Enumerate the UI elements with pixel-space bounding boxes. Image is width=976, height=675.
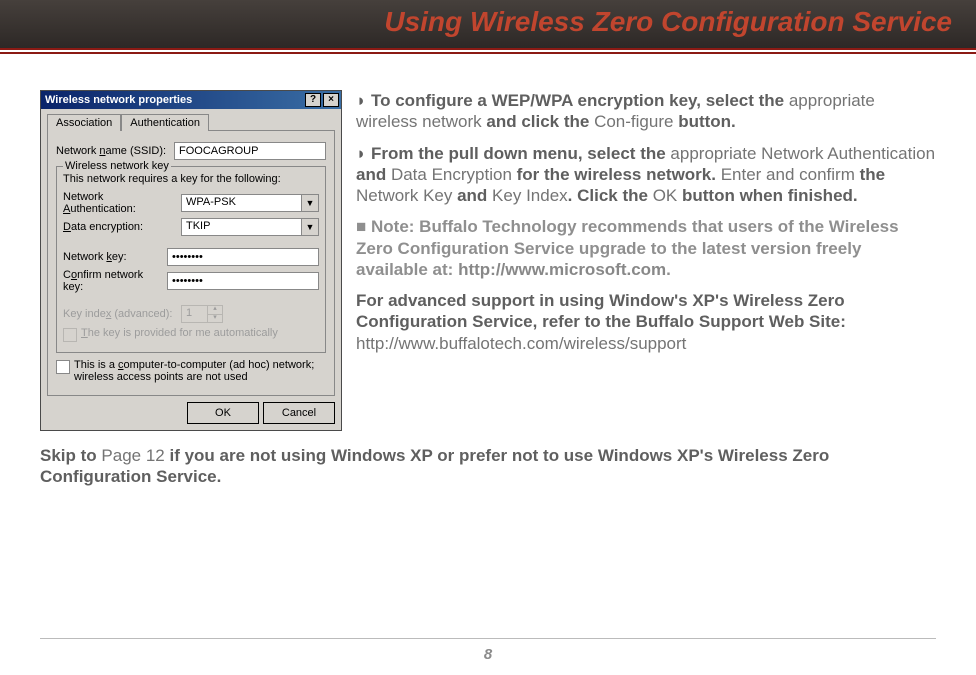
wireless-key-group: Wireless network key This network requir… (56, 166, 326, 353)
dataenc-label: Data encryption: (63, 221, 175, 233)
chevron-down-icon: ▼ (301, 219, 318, 235)
confirm-label: Confirm network key: (63, 269, 161, 293)
netauth-select[interactable]: WPA-PSK ▼ (181, 194, 319, 212)
p2h: Network Key (356, 186, 457, 205)
skip-a: Skip to (40, 446, 101, 465)
p2e: for the wireless network. (517, 165, 721, 184)
p2i: and (457, 186, 492, 205)
p3b: http://www.buffalotech.com/wireless/supp… (356, 334, 686, 353)
netauth-value: WPA-PSK (182, 195, 301, 211)
auto-key-checkbox (63, 328, 77, 342)
content-area: Wireless network properties ? × Associat… (0, 50, 976, 488)
skip-text: Skip to Page 12 if you are not using Win… (40, 445, 936, 488)
spinner-up-icon: ▴ (208, 306, 222, 314)
requires-text: This network requires a key for the foll… (63, 173, 319, 185)
header-band: Using Wireless Zero Configuration Servic… (0, 0, 976, 50)
p2l: OK (653, 186, 682, 205)
group-label: Wireless network key (63, 160, 171, 172)
adhoc-label: This is a computer-to-computer (ad hoc) … (74, 359, 326, 383)
p2k: . Click the (568, 186, 653, 205)
footer-divider (40, 638, 936, 639)
wireless-properties-dialog: Wireless network properties ? × Associat… (40, 90, 342, 431)
auto-key-label: The key is provided for me automatically (81, 327, 278, 339)
tab-authentication[interactable]: Authentication (121, 114, 209, 131)
p2d: Data Encryption (391, 165, 517, 184)
help-button[interactable]: ? (305, 93, 321, 107)
p2j: Key Index (492, 186, 568, 205)
dialog-title: Wireless network properties (45, 94, 192, 106)
tab-strip: Association Authentication (47, 113, 335, 130)
page-title: Using Wireless Zero Configuration Servic… (0, 0, 976, 38)
note-c: . (666, 260, 671, 279)
skip-b: Page 12 (101, 446, 169, 465)
dataenc-select[interactable]: TKIP ▼ (181, 218, 319, 236)
p1d: Con-figure (594, 112, 678, 131)
p1a: To configure a WEP/WPA encryption key, s… (371, 91, 789, 110)
tab-content: Network name (SSID): Wireless network ke… (47, 130, 335, 396)
netkey-input[interactable] (167, 248, 319, 266)
adhoc-checkbox[interactable] (56, 360, 70, 374)
page-number: 8 (0, 646, 976, 663)
p2a: From the pull down menu, select the (371, 144, 670, 163)
ssid-input[interactable] (174, 142, 326, 160)
close-button[interactable]: × (323, 93, 339, 107)
p2f: Enter and confirm (721, 165, 860, 184)
p1c: and click the (486, 112, 594, 131)
tab-association[interactable]: Association (47, 114, 121, 131)
page: Using Wireless Zero Configuration Servic… (0, 0, 976, 675)
cancel-button[interactable]: Cancel (263, 402, 335, 424)
keyidx-label: Key index (advanced): (63, 308, 175, 320)
instruction-text: To configure a WEP/WPA encryption key, s… (356, 90, 936, 364)
netkey-label: Network key: (63, 251, 161, 263)
chevron-down-icon: ▼ (301, 195, 318, 211)
keyidx-spinner: 1 ▴ ▾ (181, 305, 223, 323)
spinner-down-icon: ▾ (208, 314, 222, 323)
p2c: and (356, 165, 391, 184)
ssid-label: Network name (SSID): (56, 145, 168, 157)
p2m: button when finished. (682, 186, 858, 205)
dataenc-value: TKIP (182, 219, 301, 235)
p3a: For advanced support in using Window's X… (356, 291, 846, 331)
p1e: button. (678, 112, 736, 131)
note-link: http://www.microsoft.com (458, 260, 666, 279)
p2b: appropriate Network Authentication (670, 144, 935, 163)
confirm-input[interactable] (167, 272, 319, 290)
keyidx-value: 1 (182, 306, 207, 322)
netauth-label: Network Authentication: (63, 191, 175, 215)
ok-button[interactable]: OK (187, 402, 259, 424)
p2g: the (860, 165, 886, 184)
dialog-titlebar: Wireless network properties ? × (41, 91, 341, 109)
